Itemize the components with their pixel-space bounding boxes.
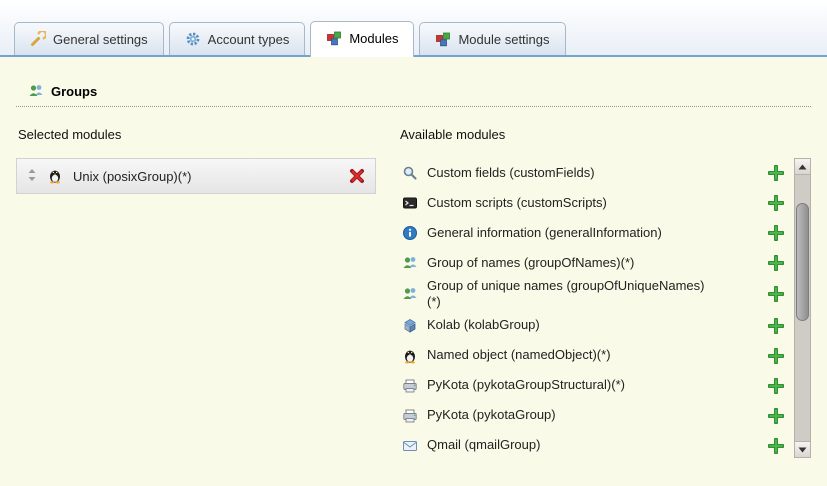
selected-module-label: Unix (posixGroup)(*) xyxy=(73,169,191,184)
plus-icon xyxy=(768,348,784,364)
modules-icon xyxy=(326,30,342,46)
remove-module-button[interactable] xyxy=(349,168,365,184)
tab-modules[interactable]: Modules xyxy=(310,21,414,57)
add-module-button[interactable] xyxy=(768,255,784,271)
tab-general-settings[interactable]: General settings xyxy=(14,22,164,55)
add-module-button[interactable] xyxy=(768,195,784,211)
arrow-down-icon xyxy=(798,447,807,453)
module-label: Named object (namedObject)(*) xyxy=(427,347,707,363)
tux-icon xyxy=(47,168,63,184)
module-label: Qmail (qmailGroup) xyxy=(427,437,707,453)
printer-icon xyxy=(402,378,418,394)
module-label: Group of unique names (groupOfUniqueName… xyxy=(427,278,707,311)
selected-module-row: Unix (posixGroup)(*) xyxy=(16,158,376,194)
list-item: PyKota (pykotaGroupStructural)(*) xyxy=(398,371,794,401)
available-modules-list: Custom fields (customFields) xyxy=(398,158,794,461)
terminal-icon xyxy=(402,195,418,211)
printer-icon xyxy=(402,408,418,424)
module-label: Kolab (kolabGroup) xyxy=(427,317,707,333)
groups-icon xyxy=(28,83,44,99)
vertical-scrollbar[interactable] xyxy=(794,158,811,458)
add-module-button[interactable] xyxy=(768,348,784,364)
plus-icon xyxy=(768,195,784,211)
list-item: Qmail (qmailGroup) xyxy=(398,431,794,461)
module-settings-icon xyxy=(435,31,451,47)
gear-icon xyxy=(185,31,201,47)
add-module-button[interactable] xyxy=(768,438,784,454)
settings-tab-bar: General settings Account types Modules xyxy=(0,0,827,57)
add-module-button[interactable] xyxy=(768,165,784,181)
selected-modules-column: Selected modules xyxy=(16,127,376,461)
available-modules-column: Available modules Custom fields (customF… xyxy=(398,127,811,461)
add-module-button[interactable] xyxy=(768,225,784,241)
lam-configuration-page: General settings Account types Modules xyxy=(0,0,827,486)
tab-label: Module settings xyxy=(458,32,549,47)
plus-icon xyxy=(768,378,784,394)
scroll-down-button[interactable] xyxy=(795,441,810,457)
tab-label: Modules xyxy=(349,31,398,46)
tab-module-settings[interactable]: Module settings xyxy=(419,22,565,55)
available-modules-heading: Available modules xyxy=(400,127,811,142)
add-module-button[interactable] xyxy=(768,378,784,394)
list-item: PyKota (pykotaGroup) xyxy=(398,401,794,431)
module-label: Group of names (groupOfNames)(*) xyxy=(427,255,707,271)
group-icon xyxy=(402,255,418,271)
list-item: Group of unique names (groupOfUniqueName… xyxy=(398,278,794,311)
module-label: PyKota (pykotaGroupStructural)(*) xyxy=(427,377,707,393)
add-module-button[interactable] xyxy=(768,286,784,302)
available-modules-list-wrap: Custom fields (customFields) xyxy=(398,158,811,461)
group-icon xyxy=(402,286,418,302)
wrench-icon xyxy=(30,31,46,47)
sort-handle-icon[interactable] xyxy=(27,168,37,184)
list-item: Kolab (kolabGroup) xyxy=(398,311,794,341)
magnifier-icon xyxy=(402,165,418,181)
tux-icon xyxy=(402,348,418,364)
info-icon xyxy=(402,225,418,241)
selected-modules-heading: Selected modules xyxy=(18,127,376,142)
plus-icon xyxy=(768,408,784,424)
mail-icon xyxy=(402,438,418,454)
modules-tab-content: Groups Selected modules xyxy=(0,57,827,486)
scrollbar-track[interactable] xyxy=(795,175,810,441)
scroll-up-button[interactable] xyxy=(795,159,810,175)
list-item: General information (generalInformation) xyxy=(398,218,794,248)
scrollbar-thumb[interactable] xyxy=(796,203,809,321)
plus-icon xyxy=(768,165,784,181)
tab-label: Account types xyxy=(208,32,290,47)
plus-icon xyxy=(768,318,784,334)
module-label: Custom scripts (customScripts) xyxy=(427,195,707,211)
module-label: General information (generalInformation) xyxy=(427,225,707,241)
groups-section-header: Groups xyxy=(16,83,811,107)
plus-icon xyxy=(768,438,784,454)
section-title: Groups xyxy=(51,84,97,99)
list-item: Named object (namedObject)(*) xyxy=(398,341,794,371)
tab-account-types[interactable]: Account types xyxy=(169,22,306,55)
tab-label: General settings xyxy=(53,32,148,47)
plus-icon xyxy=(768,286,784,302)
plus-icon xyxy=(768,255,784,271)
plus-icon xyxy=(768,225,784,241)
list-item: Custom fields (customFields) xyxy=(398,158,794,188)
add-module-button[interactable] xyxy=(768,408,784,424)
module-label: PyKota (pykotaGroup) xyxy=(427,407,707,423)
arrow-up-icon xyxy=(798,164,807,170)
module-columns: Selected modules xyxy=(0,107,827,461)
module-label: Custom fields (customFields) xyxy=(427,165,707,181)
add-module-button[interactable] xyxy=(768,318,784,334)
delete-icon xyxy=(349,168,365,184)
kolab-icon xyxy=(402,318,418,334)
list-item: Custom scripts (customScripts) xyxy=(398,188,794,218)
list-item: Group of names (groupOfNames)(*) xyxy=(398,248,794,278)
